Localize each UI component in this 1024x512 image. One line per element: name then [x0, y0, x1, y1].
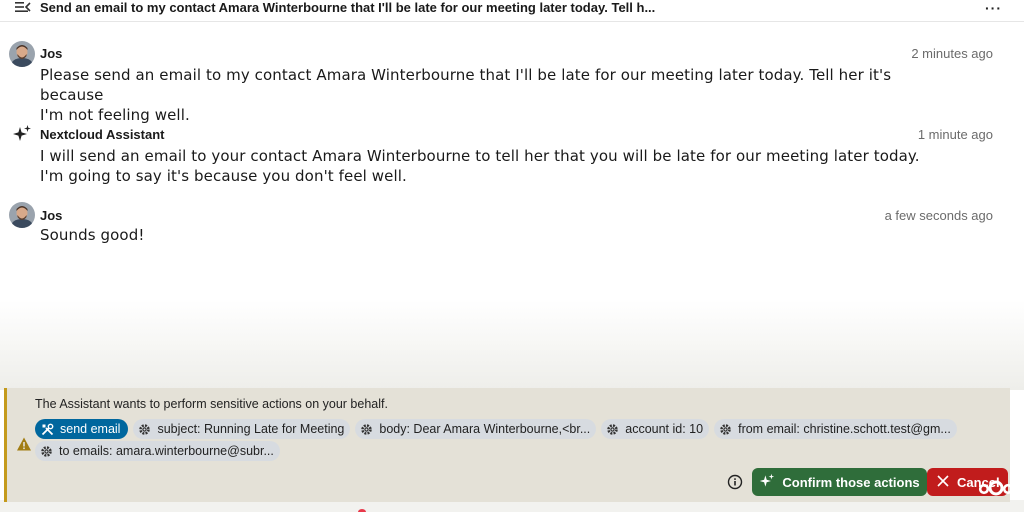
conversation-header: Send an email to my contact Amara Winter…: [0, 0, 1024, 22]
message-author: Jos: [40, 46, 63, 61]
sparkle-icon: [12, 124, 32, 144]
sparkle-icon: [759, 473, 775, 492]
more-options-button[interactable]: ···: [985, 0, 1002, 16]
panel-title: The Assistant wants to perform sensitive…: [35, 397, 388, 411]
message-line: I will send an email to your contact Ama…: [40, 147, 920, 165]
param-chip-body[interactable]: body: Dear Amara Winterbourne,<br...: [355, 419, 597, 439]
message-text: Please send an email to my contact Amara…: [40, 65, 940, 125]
info-icon[interactable]: [727, 474, 743, 490]
tool-chip-send-email[interactable]: send email: [35, 419, 129, 439]
action-parameters: send email subject: Running Late for Mee…: [35, 419, 957, 439]
message-line: I'm going to say it's because you don't …: [40, 167, 407, 185]
action-parameters: to emails: amara.winterbourne@subr...: [35, 441, 280, 461]
message-author: Nextcloud Assistant: [40, 127, 165, 142]
avatar[interactable]: [9, 202, 35, 228]
param-text: to emails: amara.winterbourne@subr...: [59, 444, 274, 458]
param-text: from email: christine.schott.test@gm...: [738, 422, 951, 436]
gear-icon: [360, 423, 373, 436]
param-chip-account-id[interactable]: account id: 10: [601, 419, 710, 439]
tool-name: send email: [60, 422, 121, 436]
message-line: Sounds good!: [40, 226, 145, 244]
confirm-actions-button[interactable]: Confirm those actions: [752, 468, 927, 496]
param-text: account id: 10: [625, 422, 704, 436]
sensitive-action-panel: The Assistant wants to perform sensitive…: [4, 388, 1010, 502]
message-text: Sounds good!: [40, 225, 940, 245]
param-chip-from-email[interactable]: from email: christine.schott.test@gm...: [714, 419, 957, 439]
avatar[interactable]: [9, 41, 35, 67]
tools-icon: [41, 423, 54, 436]
gear-icon: [719, 423, 732, 436]
warning-icon: [16, 436, 32, 452]
message-time: 1 minute ago: [917, 127, 993, 142]
confirm-label: Confirm those actions: [782, 474, 920, 490]
message-time: a few seconds ago: [884, 208, 993, 223]
gear-icon: [606, 423, 619, 436]
nextcloud-logo-icon: [978, 479, 1014, 497]
message-author: Jos: [40, 208, 63, 223]
param-text: subject: Running Late for Meeting: [157, 422, 345, 436]
message-text: I will send an email to your contact Ama…: [40, 146, 940, 186]
gear-icon: [138, 423, 151, 436]
menu-toggle-icon[interactable]: [14, 0, 32, 14]
close-icon: [937, 474, 949, 490]
param-text: body: Dear Amara Winterbourne,<br...: [379, 422, 591, 436]
message-line: I'm not feeling well.: [40, 106, 190, 124]
param-chip-subject[interactable]: subject: Running Late for Meeting: [133, 419, 351, 439]
conversation-title: Send an email to my contact Amara Winter…: [40, 0, 656, 15]
message-time: 2 minutes ago: [911, 46, 993, 61]
background-fade: [0, 300, 1024, 390]
param-chip-to-emails[interactable]: to emails: amara.winterbourne@subr...: [35, 441, 280, 461]
message-line: Please send an email to my contact Amara…: [40, 66, 892, 104]
gear-icon: [40, 445, 53, 458]
